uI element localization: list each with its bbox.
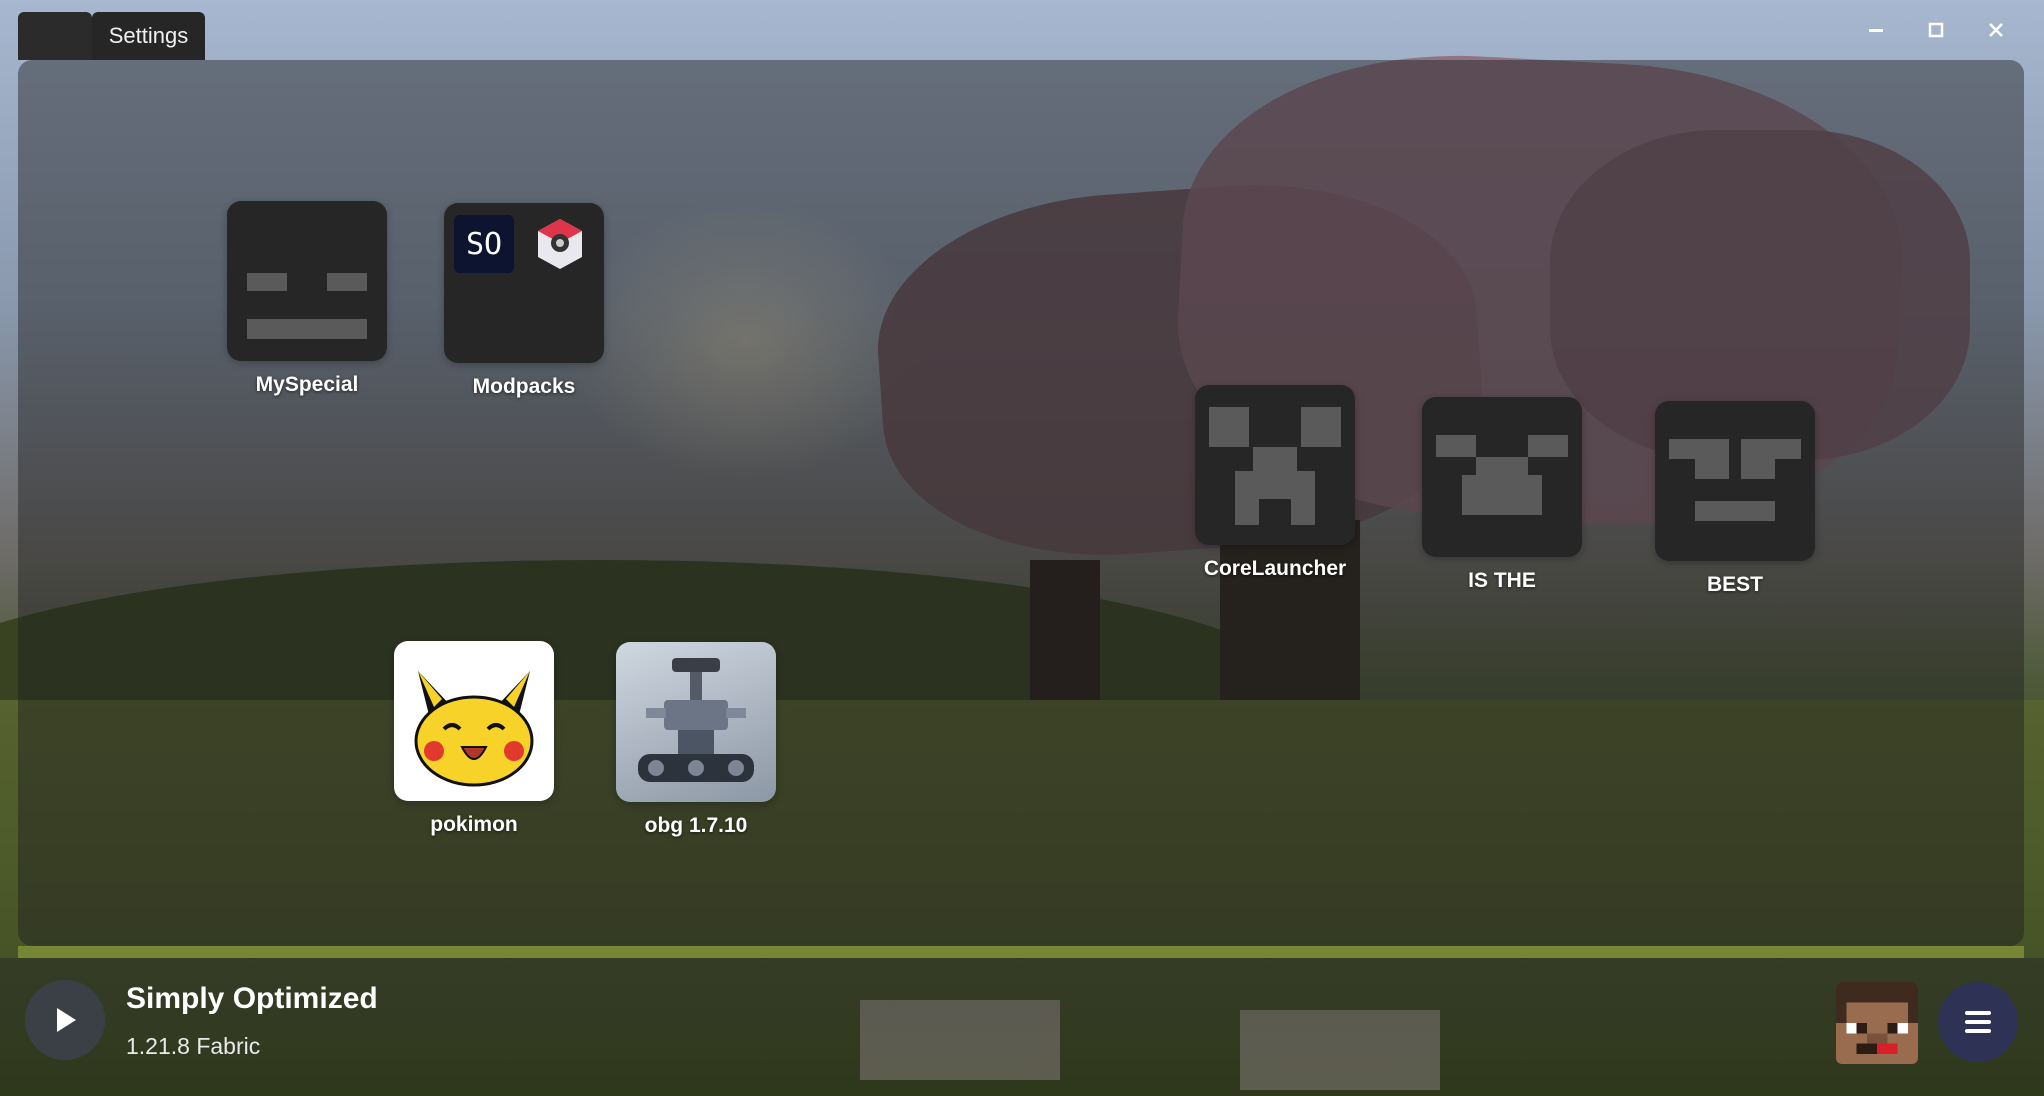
close-icon xyxy=(1989,23,2003,37)
minimize-icon xyxy=(1869,29,1883,32)
play-icon xyxy=(57,1008,76,1032)
instance-label: MySpecial xyxy=(255,373,359,396)
instance-myspecial[interactable]: MySpecial xyxy=(225,201,389,397)
instance-label: pokimon xyxy=(430,813,518,836)
instance-pokimon[interactable]: pokimon xyxy=(392,641,556,837)
hamburger-menu-icon xyxy=(1965,1011,1991,1033)
player-head-icon xyxy=(1836,982,1918,1064)
selected-instance-version: 1.21.8 Fabric xyxy=(126,1033,261,1059)
panel-accent-strip xyxy=(18,946,2024,958)
grin-face-icon xyxy=(1669,439,1801,521)
instance-modpacks[interactable]: SO Modpacks xyxy=(442,203,606,399)
instance-icon xyxy=(227,201,387,361)
tab-settings[interactable]: Settings xyxy=(92,12,205,60)
instance-label: BEST xyxy=(1706,573,1763,596)
menu-button[interactable] xyxy=(1938,982,2018,1062)
robot-image-icon xyxy=(638,658,754,782)
pikachu-icon xyxy=(414,671,534,787)
blank-face-icon xyxy=(247,273,367,339)
play-button[interactable] xyxy=(25,980,105,1060)
instance-icon: SO xyxy=(444,203,604,363)
instance-label: IS THE xyxy=(1468,569,1536,592)
tab-home[interactable] xyxy=(18,12,92,60)
instance-icon xyxy=(1422,397,1582,557)
instance-corelauncher[interactable]: CoreLauncher xyxy=(1193,385,1357,581)
bottom-bar xyxy=(0,958,2044,1096)
instance-icon xyxy=(1195,385,1355,545)
smile-face-icon xyxy=(1436,435,1568,515)
maximize-button[interactable] xyxy=(1906,12,1966,48)
instance-icon xyxy=(616,642,776,802)
minimize-button[interactable] xyxy=(1846,12,1906,48)
instance-icon xyxy=(394,641,554,801)
instance-obg-1-7-10[interactable]: obg 1.7.10 xyxy=(614,642,778,838)
close-button[interactable] xyxy=(1966,12,2026,48)
selected-instance-title: Simply Optimized xyxy=(126,982,378,1015)
simply-optimized-badge: SO xyxy=(454,215,514,273)
window-controls xyxy=(1846,12,2026,48)
instance-label: obg 1.7.10 xyxy=(644,814,748,837)
modpack-logo-icon xyxy=(538,219,582,269)
instance-best[interactable]: BEST xyxy=(1653,401,1817,597)
player-avatar[interactable] xyxy=(1836,982,1918,1064)
instance-icon xyxy=(1655,401,1815,561)
instance-label: Modpacks xyxy=(472,375,576,398)
maximize-icon xyxy=(1928,22,1944,38)
creeper-face-icon xyxy=(1209,407,1341,525)
instance-label: CoreLauncher xyxy=(1203,557,1347,580)
instance-is-the[interactable]: IS THE xyxy=(1420,397,1584,593)
